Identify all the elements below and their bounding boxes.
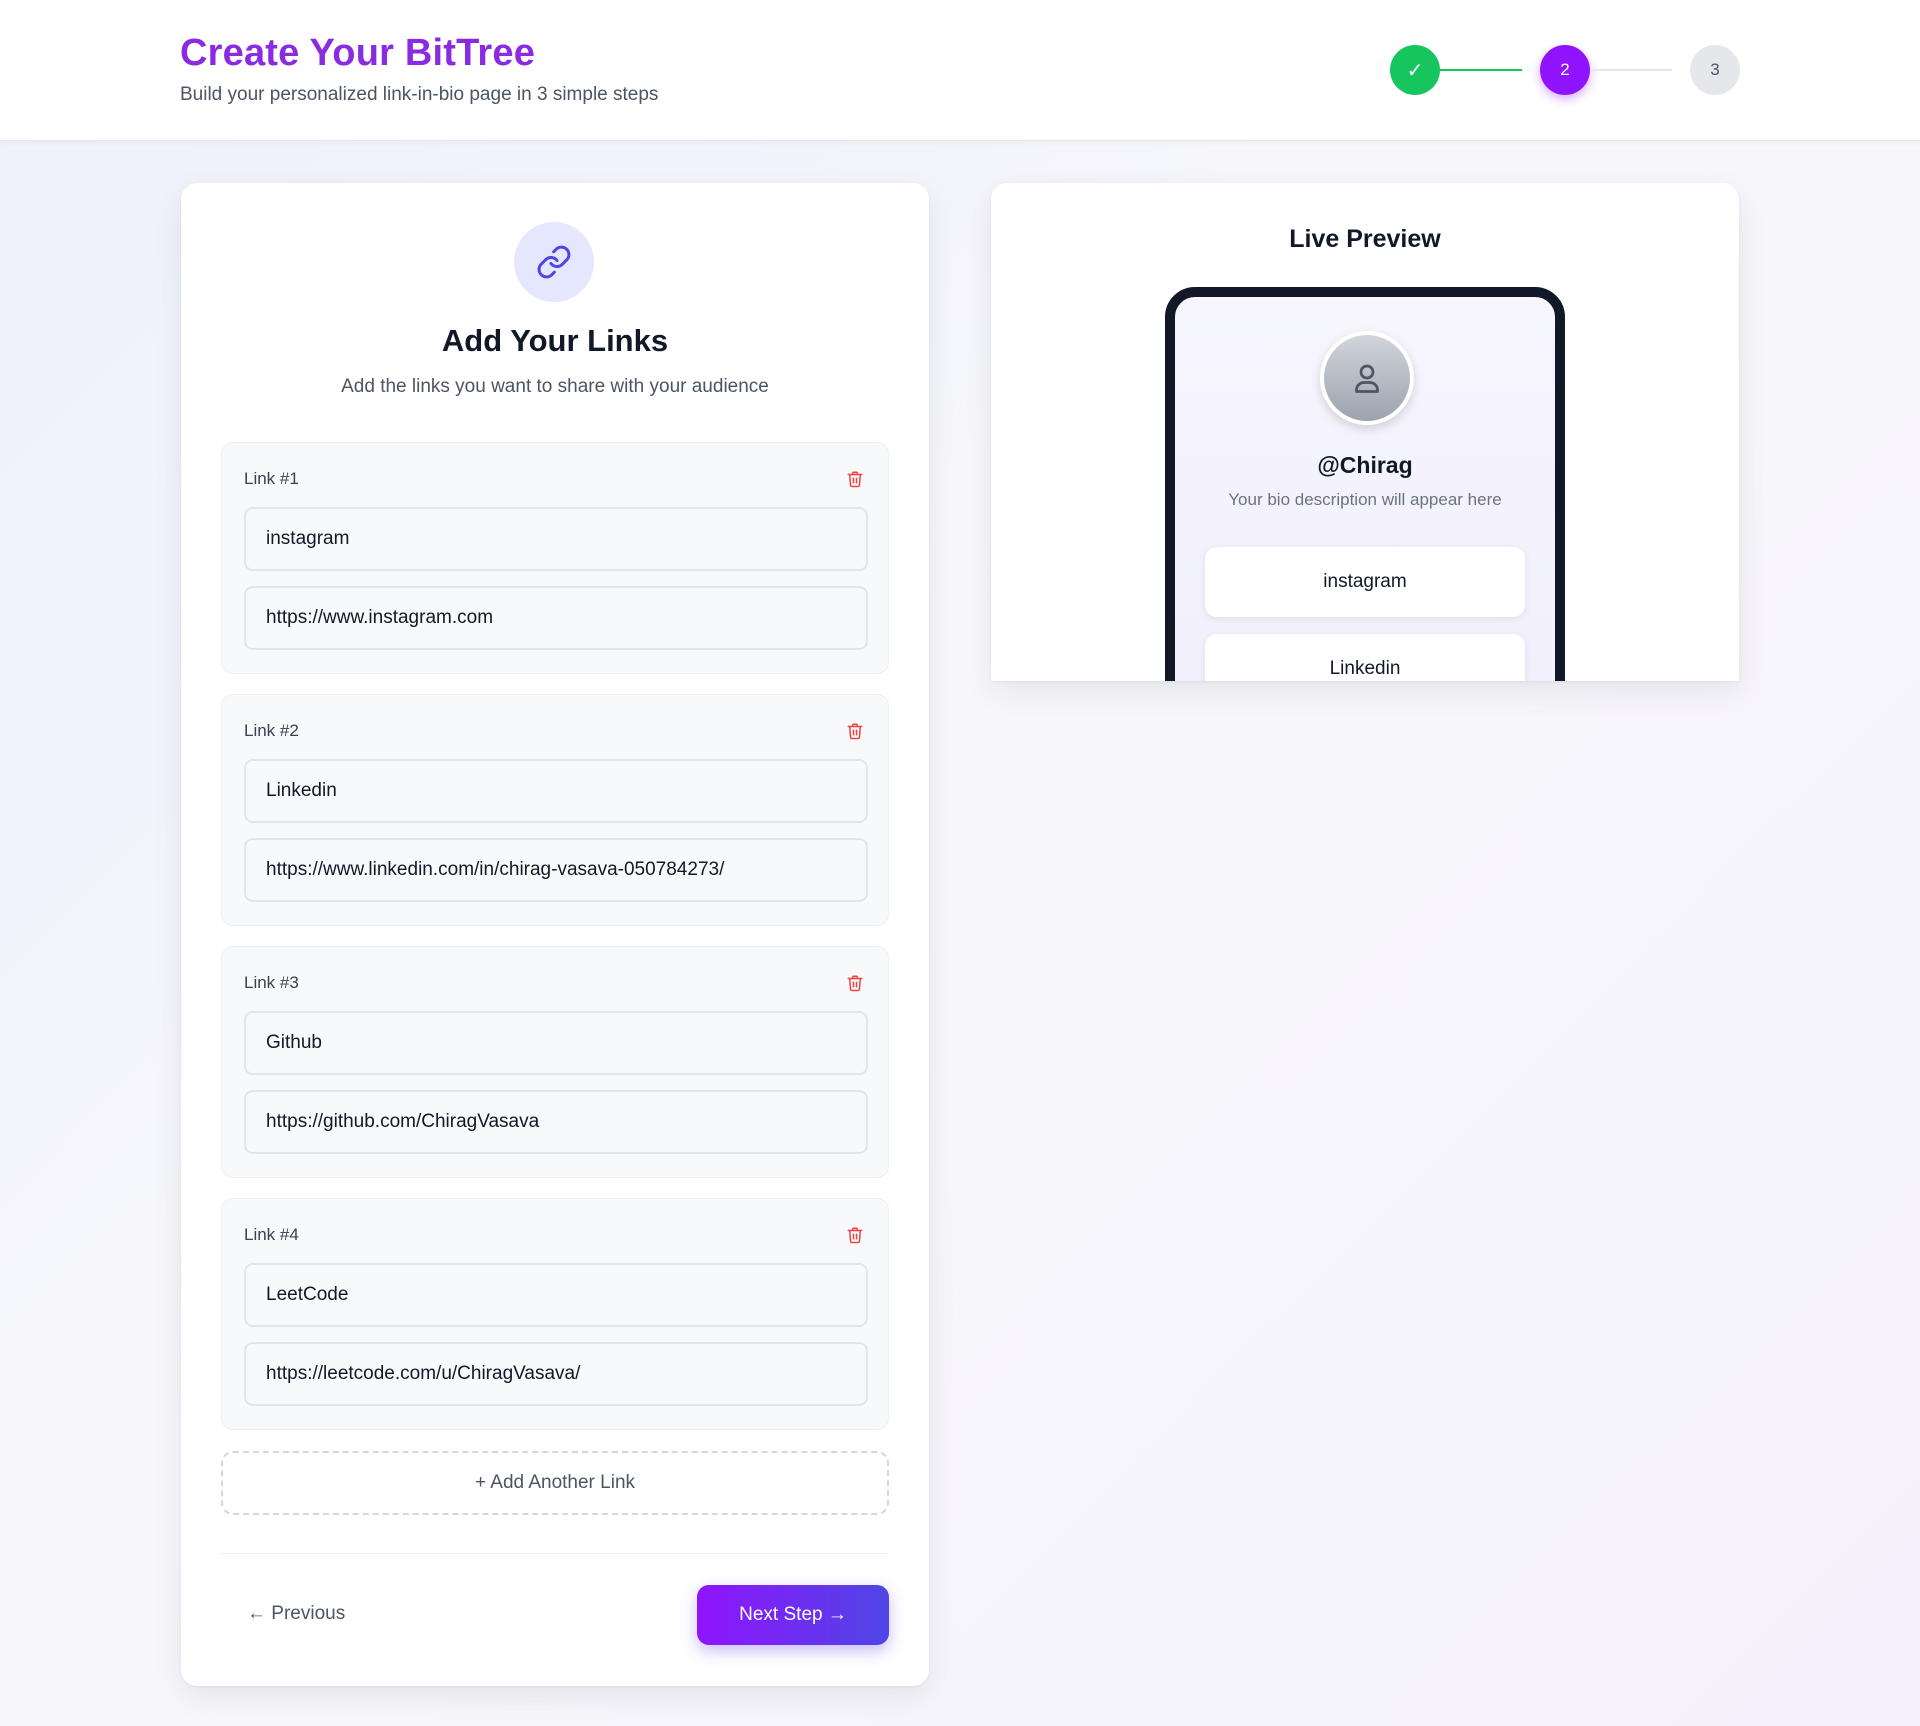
link-label: Link #2 (244, 721, 299, 740)
preview-title: Live Preview (1289, 225, 1441, 253)
link-title-input[interactable] (244, 759, 868, 823)
preview-link-button[interactable]: Linkedin (1205, 634, 1525, 681)
link-url-input[interactable] (244, 1342, 868, 1406)
step-1-complete[interactable]: ✓ (1390, 45, 1440, 95)
link-icon (514, 222, 594, 302)
preview-link-button[interactable]: instagram (1205, 547, 1525, 617)
preview-bio: Your bio description will appear here (1228, 490, 1502, 509)
step-connector-1 (1440, 69, 1522, 71)
link-title-input[interactable] (244, 1263, 868, 1327)
section-subtitle: Add the links you want to share with you… (341, 376, 769, 397)
link-url-input[interactable] (244, 1090, 868, 1154)
app-header: Create Your BitTree Build your personali… (0, 0, 1920, 141)
link-block-1: Link #1 (221, 442, 889, 674)
link-title-input[interactable] (244, 507, 868, 571)
section-title: Add Your Links (441, 323, 669, 358)
next-step-button[interactable]: Next Step → (697, 1585, 889, 1645)
trash-icon[interactable] (846, 973, 864, 993)
trash-icon[interactable] (846, 1225, 864, 1245)
live-preview-card: Live Preview @Chirag Your bio descriptio… (991, 183, 1739, 681)
user-icon (1355, 364, 1379, 393)
phone-mockup: @Chirag Your bio description will appear… (1165, 287, 1565, 681)
step-3-pending[interactable]: 3 (1690, 45, 1740, 95)
link-label: Link #3 (244, 973, 299, 992)
link-label: Link #4 (244, 1225, 299, 1244)
page-subtitle: Build your personalized link-in-bio page… (180, 84, 659, 105)
page-title: Create Your BitTree (180, 32, 536, 74)
links-editor-card: Add Your Links Add the links you want to… (181, 183, 929, 1686)
link-url-input[interactable] (244, 838, 868, 902)
preview-username: @Chirag (1317, 452, 1413, 478)
step-2-active[interactable]: 2 (1540, 45, 1590, 95)
trash-icon[interactable] (846, 469, 864, 489)
link-title-input[interactable] (244, 1011, 868, 1075)
link-url-input[interactable] (244, 586, 868, 650)
previous-button[interactable]: ← Previous (247, 1603, 345, 1625)
link-block-3: Link #3 (221, 946, 889, 1178)
add-link-button[interactable]: + Add Another Link (221, 1451, 889, 1515)
step-connector-2 (1590, 69, 1672, 71)
trash-icon[interactable] (846, 721, 864, 741)
link-label: Link #1 (244, 469, 299, 488)
avatar (1320, 331, 1414, 425)
divider (221, 1553, 889, 1554)
link-block-4: Link #4 (221, 1198, 889, 1430)
link-block-2: Link #2 (221, 694, 889, 926)
